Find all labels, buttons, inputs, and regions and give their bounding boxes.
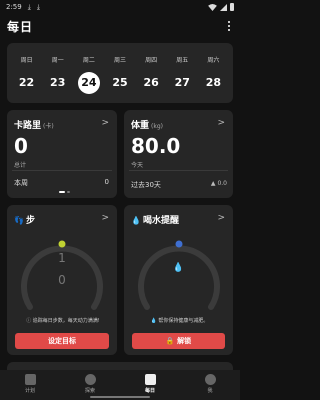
weekday-label: 周二 [82,57,95,64]
weekday-label: 周三 [113,57,126,64]
weight-title: 体重 (kg) [131,121,163,131]
chevron-right-icon: > [217,118,225,128]
weekday-label: 周日 [20,57,33,64]
calories-value: 0 [14,134,28,158]
page-title: 每日 [7,19,34,34]
weekday-label: 周六 [207,57,220,64]
home-indicator [90,396,150,398]
steps-bottom-value: 0 [58,273,66,287]
weekday-label: 周一 [51,57,64,64]
calendar-icon [144,374,156,385]
calories-week-label: 本周 [14,179,28,187]
water-drop-icon: 💧 [172,263,185,273]
weekday-row: 周日 周一 周二 周三 周四 周五 周六 [11,55,229,64]
date-cell[interactable]: 26 [136,71,167,95]
weight-sublabel: 今天 [131,162,144,169]
divider [129,170,228,171]
date-cell-selected[interactable]: 24 [73,71,104,95]
chevron-right-icon: > [101,118,109,128]
date-cell[interactable]: 27 [167,71,198,95]
plan-icon [24,374,36,385]
steps-title: 👣 步 [14,216,35,226]
date-cell[interactable]: 23 [42,71,73,95]
weekday-label: 周五 [176,57,189,64]
footsteps-icon: 👣 [14,216,24,225]
battery-icon [230,3,234,11]
profile-icon [204,374,216,385]
more-options-icon[interactable] [225,18,233,34]
water-title: 💧 喝水提醒 [131,216,179,226]
date-cell[interactable]: 22 [11,71,42,95]
signal-icon [220,3,227,11]
lock-icon: 🔒 [165,337,178,345]
date-cell[interactable]: 25 [104,71,135,95]
tab-plan[interactable]: 计划 [0,370,60,400]
set-goal-button[interactable]: 设定目标 [15,333,109,349]
chevron-right-icon: > [101,213,109,223]
weight-card[interactable]: 体重 (kg) > 80.0 今天 过去30天 ▲ 0.0 [124,110,233,198]
steps-hint: ⓘ 追踪每日步数，每天动力满满! [26,318,100,324]
weekday-label: 周四 [145,57,158,64]
water-hint: 💧 帮你保持健康与减肥。 [150,318,209,324]
chevron-right-icon: > [217,213,225,223]
compass-icon [84,374,96,385]
status-bar: 2:59 ⤓ ⤓ [0,0,240,14]
steps-card[interactable]: 👣 步 > 1 0 ⓘ 追踪每日步数，每天动力满满! 设定目标 [7,205,117,355]
page-indicator [59,191,70,193]
divider [12,170,112,171]
calories-week-value: 0 [104,178,109,186]
calories-card[interactable]: 卡路里 (卡) > 0 总计 本周 0 [7,110,117,198]
water-card[interactable]: 💧 喝水提醒 > 💧 💧 帮你保持健康与减肥。 🔒 解锁 [124,205,233,355]
weight-range-label: 过去30天 [131,181,161,189]
date-cell[interactable]: 28 [198,71,229,95]
tab-me[interactable]: 我 [180,370,240,400]
unlock-button[interactable]: 🔒 解锁 [132,333,225,349]
app-bar: 每日 [0,14,240,38]
water-drop-icon: 💧 [131,216,141,225]
weight-value: 80.0 [131,134,181,158]
status-time: 2:59 [6,3,22,11]
download-icon: ⤓ [36,2,40,11]
date-row: 22 23 24 25 26 27 28 [11,71,229,95]
calories-title: 卡路里 (卡) [14,121,54,131]
calories-sublabel: 总计 [14,162,27,169]
water-gauge [138,240,220,310]
weight-change: ▲ 0.0 [210,180,227,187]
download-icon: ⤓ [27,2,31,11]
week-calendar: 周日 周一 周二 周三 周四 周五 周六 22 23 24 25 26 27 2… [7,43,233,103]
wifi-icon [208,3,217,11]
steps-top-value: 1 [58,251,66,265]
